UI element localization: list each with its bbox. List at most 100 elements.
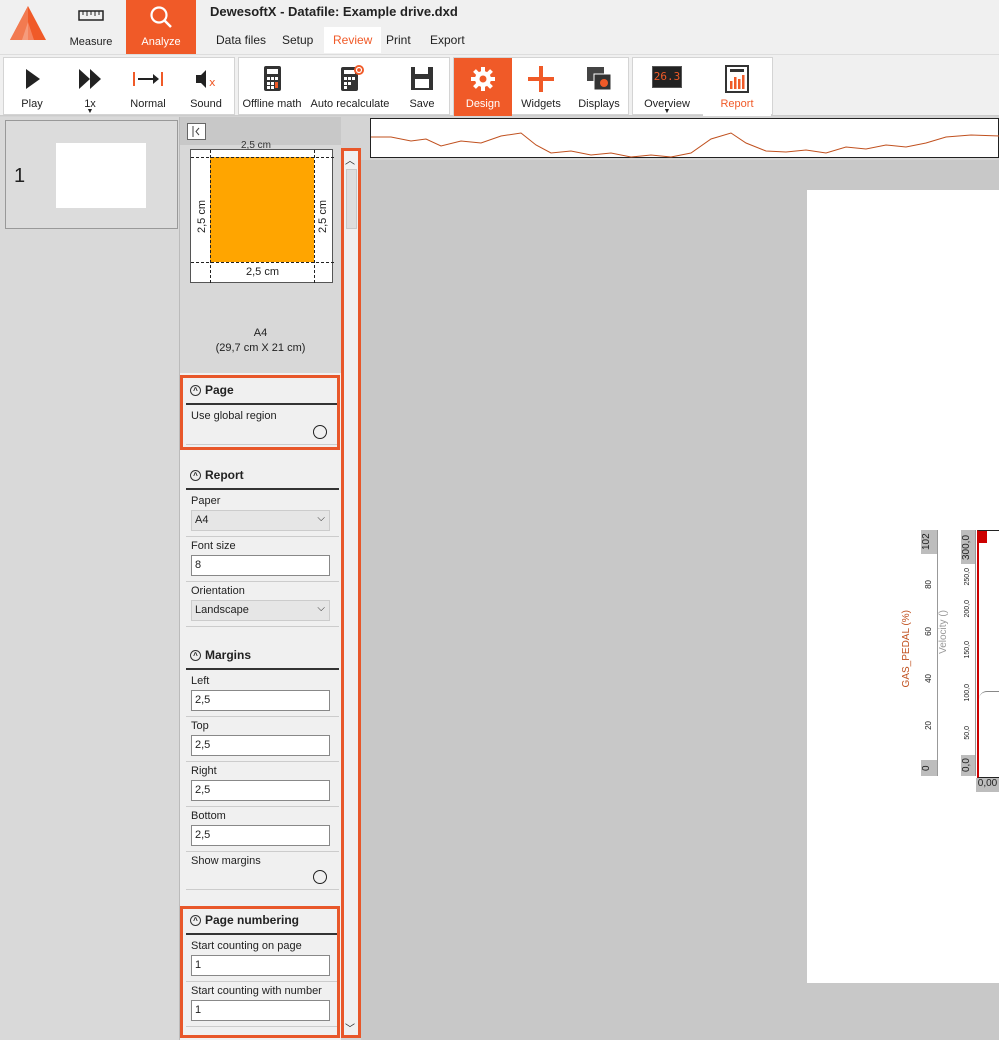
overview-button[interactable]: 26.3 Overview ▼ [633,58,701,116]
auto-recalculate-label: Auto recalculate [310,98,390,110]
margin-left-input[interactable]: 2,5 [191,690,330,711]
margin-right-field-label: Right [191,765,217,777]
sound-label: Sound [190,98,222,110]
sidebar-collapse-icon [192,126,200,137]
save-label: Save [409,98,435,110]
widgets-button[interactable]: Widgets [512,58,570,116]
play-icon [26,69,40,89]
report-button[interactable]: Report [703,58,771,116]
settings-scrollbar[interactable]: ︿ ﹀ [341,148,361,1038]
highlight-page-section [180,375,340,450]
chevron-up-icon: ^ [190,470,201,481]
ruler-icon [78,10,104,21]
overview-trace[interactable] [370,118,999,158]
gas-tick: 80 [924,580,933,589]
paper-select[interactable]: A4 ⌵ [191,510,330,531]
font-size-input[interactable]: 8 [191,555,330,576]
save-button[interactable]: Save [395,58,449,116]
design-button[interactable]: Design [454,58,512,116]
widgets-label: Widgets [521,98,561,110]
scroll-thumb[interactable] [346,169,357,229]
margin-top-input[interactable]: 2,5 [191,735,330,756]
scroll-down-icon[interactable]: ﹀ [345,1020,355,1035]
plot-frame[interactable] [977,530,999,778]
show-margins-row: Show margins [186,852,339,890]
gear-icon [471,67,495,91]
section-margins-header[interactable]: ^ Margins [186,640,339,670]
scroll-up-icon[interactable]: ︿ [345,152,355,167]
orientation-select-value: Landscape [195,604,249,616]
page-list: 1 [0,117,180,1040]
margin-bottom-input[interactable]: 2,5 [191,825,330,846]
toolbar: Play 1x ▼ Normal x Sound Offline math Au… [0,54,999,116]
dewesoft-logo[interactable] [0,0,58,54]
gas-tick: 20 [924,721,933,730]
report-icon [725,65,749,93]
speaker-muted-icon: x [196,70,216,89]
chevron-down-icon: ⌵ [317,603,325,614]
plus-icon [528,66,554,92]
page-list-item[interactable]: 1 [5,120,178,229]
calculator-refresh-icon [341,65,364,91]
orientation-label: Orientation [191,585,245,597]
show-margins-toggle[interactable] [313,870,327,884]
menu-data-files[interactable]: Data files [210,27,272,53]
page-thumbnail [56,143,146,208]
chevron-down-icon: ⌵ [317,513,325,524]
margin-bottom-label: 2,5 cm [245,266,279,278]
collapse-panel-button[interactable] [187,123,206,140]
design-group: Design Widgets Displays [453,57,629,116]
gas-axis-line [937,530,938,776]
title-bar: Measure Analyze DewesoftX - Datafile: Ex… [0,0,999,54]
playback-group: Play 1x ▼ Normal x Sound [3,57,235,115]
chevron-up-icon: ^ [190,650,201,661]
margin-top-field-label: Top [191,720,209,732]
displays-label: Displays [578,98,620,110]
velocity-axis-min[interactable]: 0,0 [961,755,975,776]
orientation-select[interactable]: Landscape ⌵ [191,600,330,621]
margin-right-input[interactable]: 2,5 [191,780,330,801]
margin-left-row: Left 2,5 [186,672,339,717]
settings-panel: 2,5 cm 2,5 cm 2,5 cm 2,5 cm A4 (29,7 cm … [180,117,341,1040]
velocity-tick: 250,0 [964,568,971,586]
section-report-title: Report [205,468,244,482]
sound-button[interactable]: x Sound [178,58,234,116]
tab-measure-label: Measure [69,36,113,48]
normal-mode-button[interactable]: Normal [120,58,176,116]
offline-math-button[interactable]: Offline math [239,58,305,116]
section-report-header[interactable]: ^ Report [186,460,339,490]
x-axis-start[interactable]: 0,00 [976,778,999,792]
velocity-tick: 100,0 [964,684,971,702]
menu-setup[interactable]: Setup [276,27,319,53]
design-label: Design [465,98,501,110]
tab-analyze[interactable]: Analyze [126,0,196,54]
displays-icon [587,67,612,91]
speed-button[interactable]: 1x ▼ [62,58,118,116]
menu-export[interactable]: Export [424,27,471,53]
show-margins-label: Show margins [191,855,261,867]
displays-button[interactable]: Displays [570,58,628,116]
chevron-down-icon: ▼ [86,108,94,115]
margin-left-field-label: Left [191,675,210,687]
velocity-axis-label: Velocity () [938,610,949,654]
highlight-numbering-section [180,906,340,1038]
offline-math-label: Offline math [242,98,302,110]
math-group: Offline math Auto recalculate Save [238,57,450,115]
velocity-tick: 200,0 [964,600,971,618]
plot-corner-marker [979,531,987,543]
gas-axis-max[interactable]: 102 [921,530,937,554]
tab-measure[interactable]: Measure [56,0,126,54]
margin-right-row: Right 2,5 [186,762,339,807]
play-label: Play [21,98,43,110]
report-page[interactable]: GAS_PEDAL (%) Velocity () 102 80 60 40 2… [807,190,999,983]
chevron-down-icon: ▼ [663,108,671,115]
play-button[interactable]: Play [4,58,60,116]
menu-review[interactable]: Review [324,27,382,53]
auto-recalculate-button[interactable]: Auto recalculate [307,58,393,116]
view-group: 26.3 Overview ▼ Report [632,57,773,116]
fast-forward-icon [79,69,101,89]
menu-print[interactable]: Print [380,27,417,53]
velocity-axis-max[interactable]: 300,0 [961,530,975,564]
section-margins-title: Margins [205,648,252,662]
gas-axis-min[interactable]: 0 [921,760,937,776]
